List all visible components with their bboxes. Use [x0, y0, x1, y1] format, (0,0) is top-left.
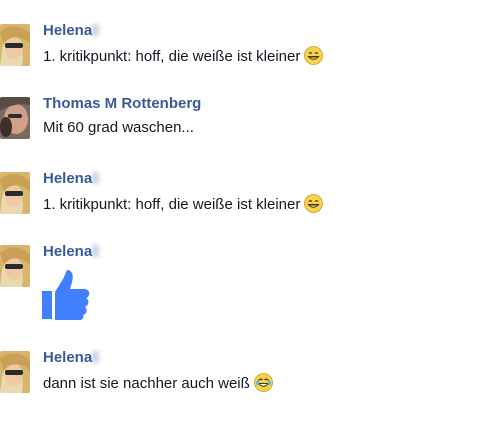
avatar[interactable] [0, 172, 30, 214]
sender-name[interactable]: Helena [43, 243, 102, 261]
thumbs-up-icon[interactable] [42, 269, 90, 321]
message-text: dann ist sie nachher auch weiß [43, 373, 273, 393]
sender-name[interactable]: Helena [43, 22, 102, 40]
message-text: Mit 60 grad waschen... [43, 119, 194, 136]
sender-name[interactable]: Helena [43, 349, 102, 367]
message-text: 1. kritikpunkt: hoff, die weiße ist klei… [43, 46, 324, 66]
sender-name[interactable]: Helena [43, 170, 102, 188]
avatar[interactable] [0, 24, 30, 66]
avatar[interactable] [0, 245, 30, 287]
grinning-face-icon [304, 194, 324, 213]
tears-of-joy-icon [253, 373, 273, 392]
sender-name[interactable]: Thomas M Rottenberg [43, 95, 201, 113]
grinning-face-icon [304, 46, 324, 65]
avatar[interactable] [0, 351, 30, 393]
message-text: 1. kritikpunkt: hoff, die weiße ist klei… [43, 194, 324, 214]
chat-thread: Helena 1. kritikpunkt: hoff, die weiße i… [0, 0, 494, 424]
avatar[interactable] [0, 97, 30, 139]
